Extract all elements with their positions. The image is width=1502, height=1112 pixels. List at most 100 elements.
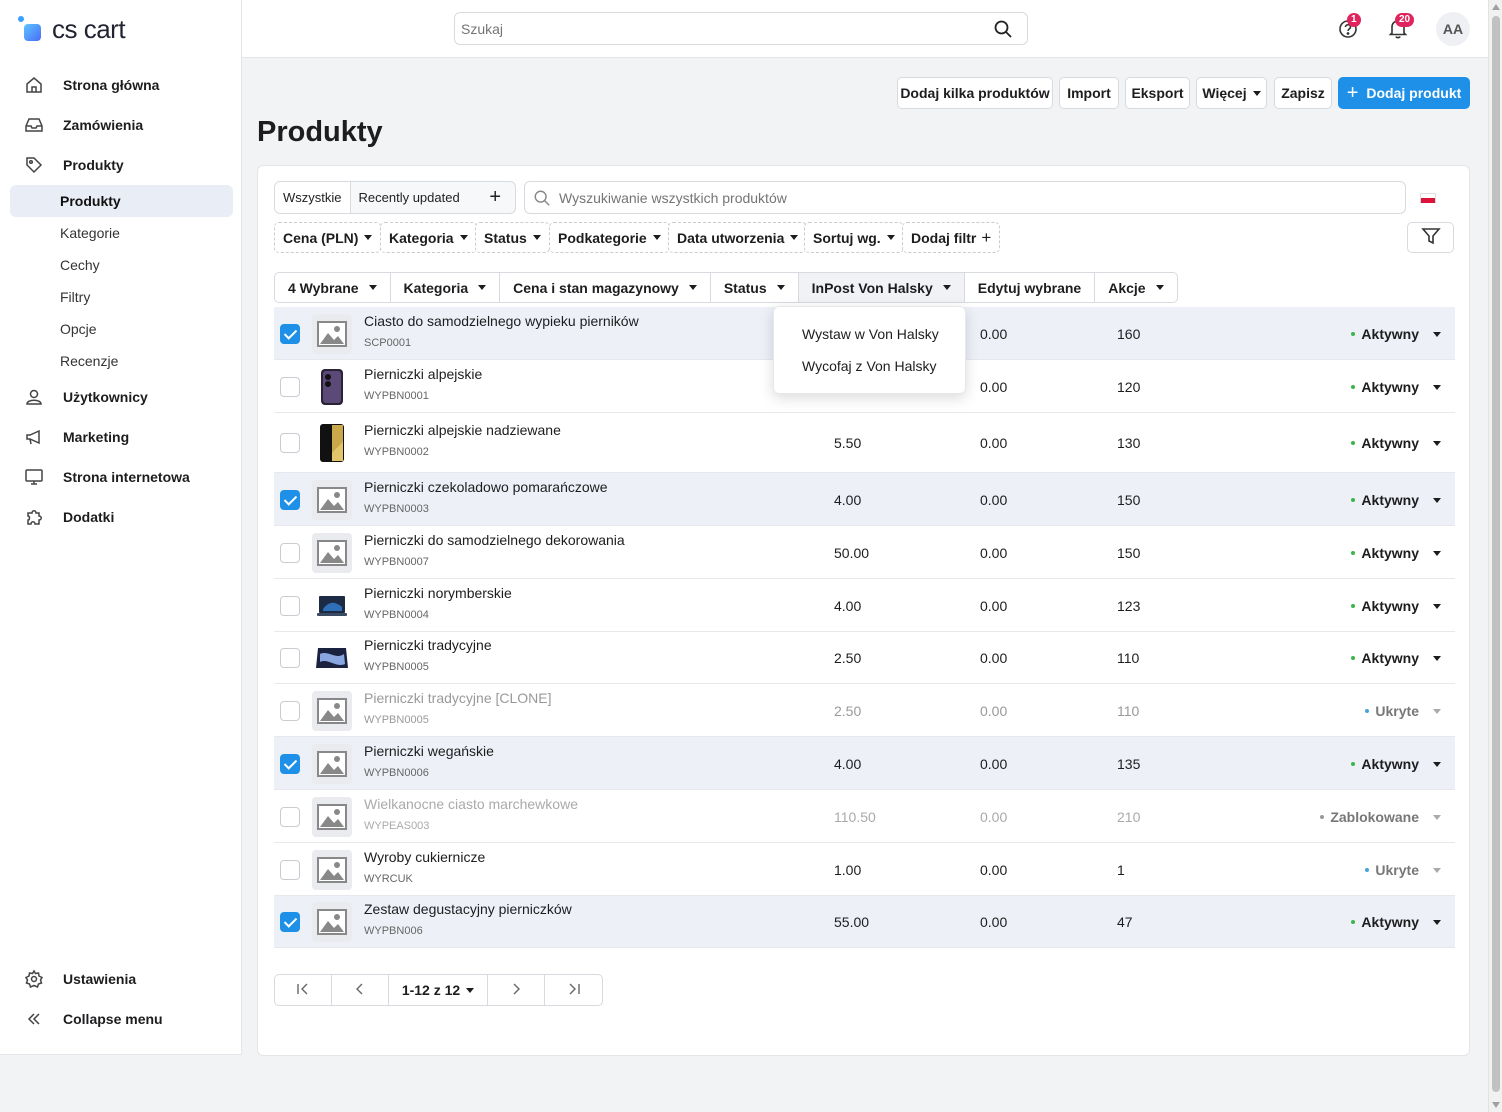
product-list-price[interactable]: 0.00: [980, 703, 1007, 719]
table-row[interactable]: Pierniczki wegańskie WYPBN0006 4.00 0.00 135…: [274, 737, 1455, 790]
sidebar-subitem-options[interactable]: Opcje: [10, 313, 233, 345]
sidebar-item-addons[interactable]: Dodatki: [10, 501, 233, 533]
filter-category[interactable]: Kategoria: [380, 222, 477, 253]
row-checkbox[interactable]: [280, 377, 300, 397]
table-row[interactable]: Pierniczki norymberskie WYPBN0004 4.00 0.00…: [274, 579, 1455, 632]
sidebar-subitem-features[interactable]: Cechy: [10, 249, 233, 281]
product-name[interactable]: Pierniczki tradycyjne: [364, 637, 492, 653]
status-dropdown[interactable]: Ukryte: [1365, 703, 1441, 719]
menu-item-list-on-von-halsky[interactable]: Wystaw w Von Halsky: [802, 326, 939, 342]
product-price[interactable]: 5.50: [834, 435, 861, 451]
product-thumbnail[interactable]: [312, 744, 352, 784]
product-quantity[interactable]: 110: [1117, 703, 1139, 719]
filter-sort[interactable]: Sortuj wg.: [804, 222, 904, 253]
product-list-price[interactable]: 0.00: [980, 862, 1007, 878]
product-list-price[interactable]: 0.00: [980, 379, 1007, 395]
product-price[interactable]: 110.50: [834, 809, 876, 825]
product-list-price[interactable]: 0.00: [980, 650, 1007, 666]
sidebar-subitem-products[interactable]: Produkty: [10, 185, 233, 217]
sidebar-item-users[interactable]: Użytkownicy: [10, 381, 233, 413]
product-name[interactable]: Ciasto do samodzielnego wypieku piernikó…: [364, 313, 639, 329]
product-quantity[interactable]: 130: [1117, 435, 1140, 451]
row-checkbox[interactable]: [280, 324, 300, 344]
product-quantity[interactable]: 110: [1117, 650, 1139, 666]
selected-count-dropdown[interactable]: 4 Wybrane: [275, 273, 391, 302]
prev-page-button[interactable]: [332, 975, 389, 1005]
more-button[interactable]: Więcej: [1196, 77, 1267, 109]
menu-item-withdraw-from-von-halsky[interactable]: Wycofaj z Von Halsky: [802, 358, 936, 374]
bulk-edit-selected-button[interactable]: Edytuj wybrane: [965, 273, 1096, 302]
product-list-price[interactable]: 0.00: [980, 326, 1007, 342]
product-name[interactable]: Wyroby cukiernicze: [364, 849, 485, 865]
bulk-actions-dropdown[interactable]: Akcje: [1095, 273, 1176, 302]
product-quantity[interactable]: 150: [1117, 492, 1140, 508]
help-button[interactable]: 1: [1336, 13, 1361, 40]
scroll-down-arrow[interactable]: [1492, 1102, 1500, 1108]
product-price[interactable]: 55.00: [834, 914, 869, 930]
status-dropdown[interactable]: Aktywny: [1351, 914, 1441, 930]
status-dropdown[interactable]: Aktywny: [1351, 598, 1441, 614]
product-thumbnail[interactable]: [312, 638, 352, 678]
product-thumbnail[interactable]: [312, 423, 352, 463]
table-row[interactable]: Zestaw degustacyjny pierniczków WYPBN006 5…: [274, 896, 1455, 948]
product-thumbnail[interactable]: [312, 850, 352, 890]
add-tab-icon[interactable]: +: [489, 186, 501, 209]
row-checkbox[interactable]: [280, 490, 300, 510]
sidebar-item-orders[interactable]: Zamówienia: [10, 109, 233, 141]
product-list-price[interactable]: 0.00: [980, 598, 1007, 614]
product-quantity[interactable]: 1: [1117, 862, 1125, 878]
product-name[interactable]: Pierniczki tradycyjne [CLONE]: [364, 690, 552, 706]
product-quantity[interactable]: 150: [1117, 545, 1140, 561]
add-multiple-products-button[interactable]: Dodaj kilka produktów: [897, 77, 1053, 109]
sidebar-item-website[interactable]: Strona internetowa: [10, 461, 233, 493]
product-thumbnail[interactable]: [312, 367, 352, 407]
table-row[interactable]: Pierniczki tradycyjne [CLONE] WYPBN0005 2.…: [274, 684, 1455, 737]
logo[interactable]: cs cart: [18, 14, 126, 45]
row-checkbox[interactable]: [280, 807, 300, 827]
tab-recently-updated[interactable]: Recently updated: [351, 182, 468, 213]
row-checkbox[interactable]: [280, 860, 300, 880]
import-button[interactable]: Import: [1059, 77, 1119, 109]
product-thumbnail[interactable]: [312, 691, 352, 731]
product-price[interactable]: 4.00: [834, 598, 861, 614]
status-dropdown[interactable]: Ukryte: [1365, 862, 1441, 878]
sidebar-item-products[interactable]: Produkty: [10, 149, 233, 181]
first-page-button[interactable]: [275, 975, 332, 1005]
search-input[interactable]: [455, 13, 975, 44]
product-quantity[interactable]: 123: [1117, 598, 1140, 614]
table-row[interactable]: Pierniczki czekoladowo pomarańczowe WYPBN…: [274, 473, 1455, 526]
filter-status[interactable]: Status: [475, 222, 550, 253]
sidebar-subitem-reviews[interactable]: Recenzje: [10, 345, 233, 377]
row-checkbox[interactable]: [280, 433, 300, 453]
add-product-button[interactable]: + Dodaj produkt: [1338, 77, 1470, 109]
bulk-price-stock-dropdown[interactable]: Cena i stan magazynowy: [500, 273, 711, 302]
product-quantity[interactable]: 210: [1117, 809, 1140, 825]
table-row[interactable]: Pierniczki do samodzielnego dekorowania W…: [274, 526, 1455, 579]
export-button[interactable]: Eksport: [1125, 77, 1190, 109]
product-quantity[interactable]: 120: [1117, 379, 1140, 395]
bulk-inpost-dropdown[interactable]: InPost Von Halsky: [798, 273, 965, 302]
product-price[interactable]: 2.50: [834, 703, 861, 719]
product-name[interactable]: Pierniczki czekoladowo pomarańczowe: [364, 479, 608, 495]
row-checkbox[interactable]: [280, 701, 300, 721]
status-dropdown[interactable]: Aktywny: [1351, 756, 1441, 772]
product-thumbnail[interactable]: [312, 586, 352, 626]
filter-created-date[interactable]: Data utworzenia: [668, 222, 808, 253]
product-name[interactable]: Pierniczki alpejskie nadziewane: [364, 422, 561, 438]
scroll-up-arrow[interactable]: [1492, 4, 1500, 10]
product-list-price[interactable]: 0.00: [980, 914, 1007, 930]
table-row[interactable]: Pierniczki alpejskie nadziewane WYPBN0002…: [274, 413, 1455, 473]
product-quantity[interactable]: 160: [1117, 326, 1140, 342]
status-dropdown[interactable]: Aktywny: [1351, 545, 1441, 561]
product-name[interactable]: Pierniczki norymberskie: [364, 585, 512, 601]
table-row[interactable]: Pierniczki tradycyjne WYPBN0005 2.50 0.00 11…: [274, 632, 1455, 684]
product-search-input[interactable]: [559, 182, 1379, 213]
sidebar-item-home[interactable]: Strona główna: [10, 69, 233, 101]
product-name[interactable]: Wielkanocne ciasto marchewkowe: [364, 796, 578, 812]
table-row[interactable]: Wielkanocne ciasto marchewkowe WYPEAS003 1…: [274, 790, 1455, 843]
product-price[interactable]: 4.00: [834, 756, 861, 772]
row-checkbox[interactable]: [280, 912, 300, 932]
next-page-button[interactable]: [488, 975, 545, 1005]
save-button[interactable]: Zapisz: [1274, 77, 1332, 109]
notifications-button[interactable]: 20: [1386, 13, 1415, 40]
